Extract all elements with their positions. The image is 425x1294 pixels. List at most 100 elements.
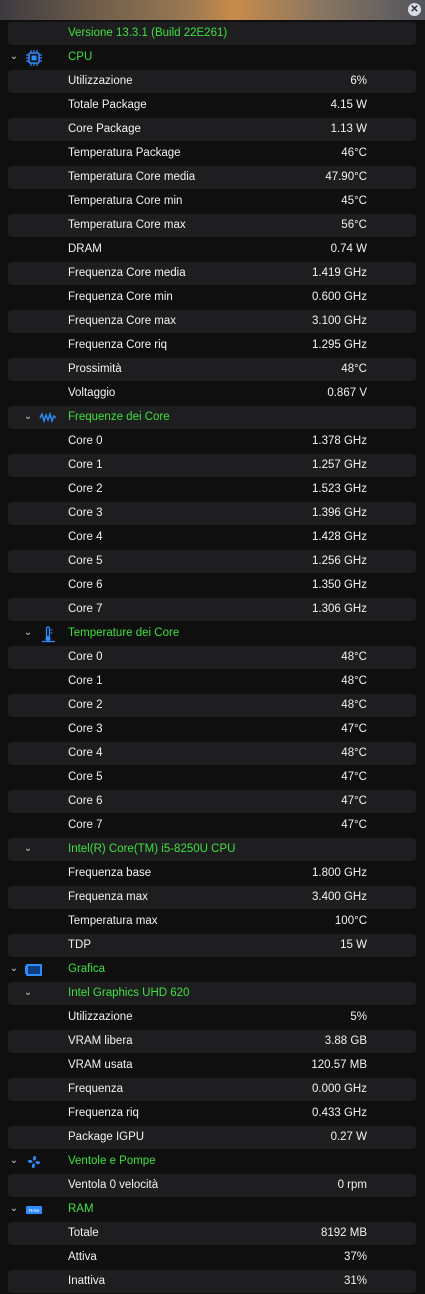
sensor-row: Core 2 48°C [0,694,425,718]
sensor-value: 48°C [341,651,367,663]
section-title: CPU [68,51,93,63]
sensor-label: Frequenza Core media [68,267,186,279]
sensor-row: Frequenza base 1.800 GHz [0,862,425,886]
sensor-label: Temperatura max [68,915,158,927]
ram-icon-text: RAM [29,1208,39,1213]
sensor-value: 47°C [341,771,367,783]
sensor-row: Totale 8192 MB [0,1222,425,1246]
section-cpu[interactable]: ⌄ CPU [0,46,425,70]
sensor-row: Utilizzazione 5% [0,1006,425,1030]
thermometer-icon [39,625,57,643]
sensor-label: Core 5 [68,771,103,783]
sensor-value: 0.433 GHz [312,1107,367,1119]
waveform-icon [39,409,57,427]
section-core-frequencies[interactable]: ⌄ Frequenze dei Core [0,406,425,430]
sensor-value: 1.350 GHz [312,579,367,591]
sensor-row: Core 7 1.306 GHz [0,598,425,622]
sensor-label: Temperatura Core min [68,195,183,207]
sensor-label: Prossimità [68,363,122,375]
section-title: RAM [68,1203,94,1215]
chevron-down-icon[interactable]: ⌄ [8,1154,20,1168]
sensor-row: Prossimità 48°C [0,358,425,382]
sensor-label: Frequenza riq [68,1107,139,1119]
sensor-value: 3.88 GB [324,1035,367,1047]
sensor-label: Inattiva [68,1275,106,1287]
sensor-value: 1.800 GHz [312,867,367,879]
sensor-label: Core 5 [68,555,103,567]
chevron-down-icon[interactable]: ⌄ [22,626,34,640]
sensor-row: Core 5 47°C [0,766,425,790]
sensor-label: Temperatura Core media [68,171,196,183]
sensor-label: Core 2 [68,699,103,711]
sensor-value: 3.400 GHz [312,891,367,903]
sensor-row: Core 4 48°C [0,742,425,766]
sensor-label: Frequenza [68,1083,123,1095]
sensor-label: Core 4 [68,747,103,759]
sensor-value: 47.90°C [325,171,367,183]
sensor-value: 5% [350,1011,367,1023]
fan-icon [25,1153,43,1171]
sensor-row: Frequenza Core min 0.600 GHz [0,286,425,310]
sensor-label: Core 4 [68,531,103,543]
sensor-list: Versione 13.3.1 (Build 22E261) ⌄ CPU Utiliz… [0,22,425,1294]
section-title: Temperature dei Core [68,627,180,639]
sensor-row: Voltaggio 0.867 V [0,382,425,406]
sensor-value: 3.100 GHz [312,315,367,327]
close-icon[interactable]: ✕ [408,3,421,16]
sensor-label: Core 6 [68,795,103,807]
sensor-row: DRAM 0.74 W [0,238,425,262]
sensor-value: 48°C [341,699,367,711]
sensor-value: 1.295 GHz [312,339,367,351]
sensor-label: DRAM [68,243,102,255]
sensor-label: Temperatura Package [68,147,181,159]
chevron-down-icon[interactable]: ⌄ [22,410,34,424]
sensor-label: Core 7 [68,603,103,615]
section-graphics[interactable]: ⌄ Grafica [0,958,425,982]
display-icon [25,961,43,979]
sensor-row: Inattiva 31% [0,1270,425,1294]
sensor-label: Frequenza max [68,891,148,903]
sensor-label: Core Package [68,123,141,135]
sensor-label: Core 0 [68,435,103,447]
sensor-row: Core 3 47°C [0,718,425,742]
ram-icon: RAM [25,1201,43,1219]
sensor-row: Temperatura Package 46°C [0,142,425,166]
sensor-label: Core 7 [68,819,103,831]
section-ram[interactable]: ⌄ RAM RAM [0,1198,425,1222]
sensor-row: Utilizzazione 6% [0,70,425,94]
sensor-value: 48°C [341,675,367,687]
sensor-label: Core 3 [68,507,103,519]
section-title: Frequenze dei Core [68,411,170,423]
section-fans[interactable]: ⌄ Ventole e Pompe [0,1150,425,1174]
sensor-row: Frequenza riq 0.433 GHz [0,1102,425,1126]
sensor-row: Frequenza 0.000 GHz [0,1078,425,1102]
section-cpu-model[interactable]: ⌄ Intel(R) Core(TM) i5-8250U CPU [0,838,425,862]
chevron-down-icon[interactable]: ⌄ [22,986,34,1000]
section-title: Intel(R) Core(TM) i5-8250U CPU [68,843,236,855]
chevron-down-icon[interactable]: ⌄ [22,842,34,856]
section-title: Versione 13.3.1 (Build 22E261) [68,27,228,39]
sensor-value: 47°C [341,723,367,735]
sensor-row: Core 6 47°C [0,790,425,814]
sensor-row: Core 3 1.396 GHz [0,502,425,526]
sensor-label: Ventola 0 velocità [68,1179,159,1191]
section-gpu[interactable]: ⌄ Intel Graphics UHD 620 [0,982,425,1006]
chevron-down-icon[interactable]: ⌄ [8,962,20,976]
sensor-label: VRAM libera [68,1035,133,1047]
sensor-row: Frequenza max 3.400 GHz [0,886,425,910]
chevron-down-icon[interactable]: ⌄ [8,50,20,64]
sensor-value: 48°C [341,363,367,375]
sensor-label: Core 0 [68,651,103,663]
sensor-row: Core Package 1.13 W [0,118,425,142]
section-core-temperatures[interactable]: ⌄ Temperature dei Core [0,622,425,646]
sensor-row: Core 5 1.256 GHz [0,550,425,574]
sensor-value: 1.523 GHz [312,483,367,495]
sensor-value: 0.27 W [330,1131,367,1143]
sensor-value: 0 rpm [337,1179,367,1191]
sensor-row: VRAM libera 3.88 GB [0,1030,425,1054]
chevron-down-icon[interactable]: ⌄ [8,1202,20,1216]
sensor-value: 8192 MB [320,1227,367,1239]
sensor-label: Attiva [68,1251,97,1263]
sensor-label: VRAM usata [68,1059,133,1071]
sensor-value: 1.257 GHz [312,459,367,471]
